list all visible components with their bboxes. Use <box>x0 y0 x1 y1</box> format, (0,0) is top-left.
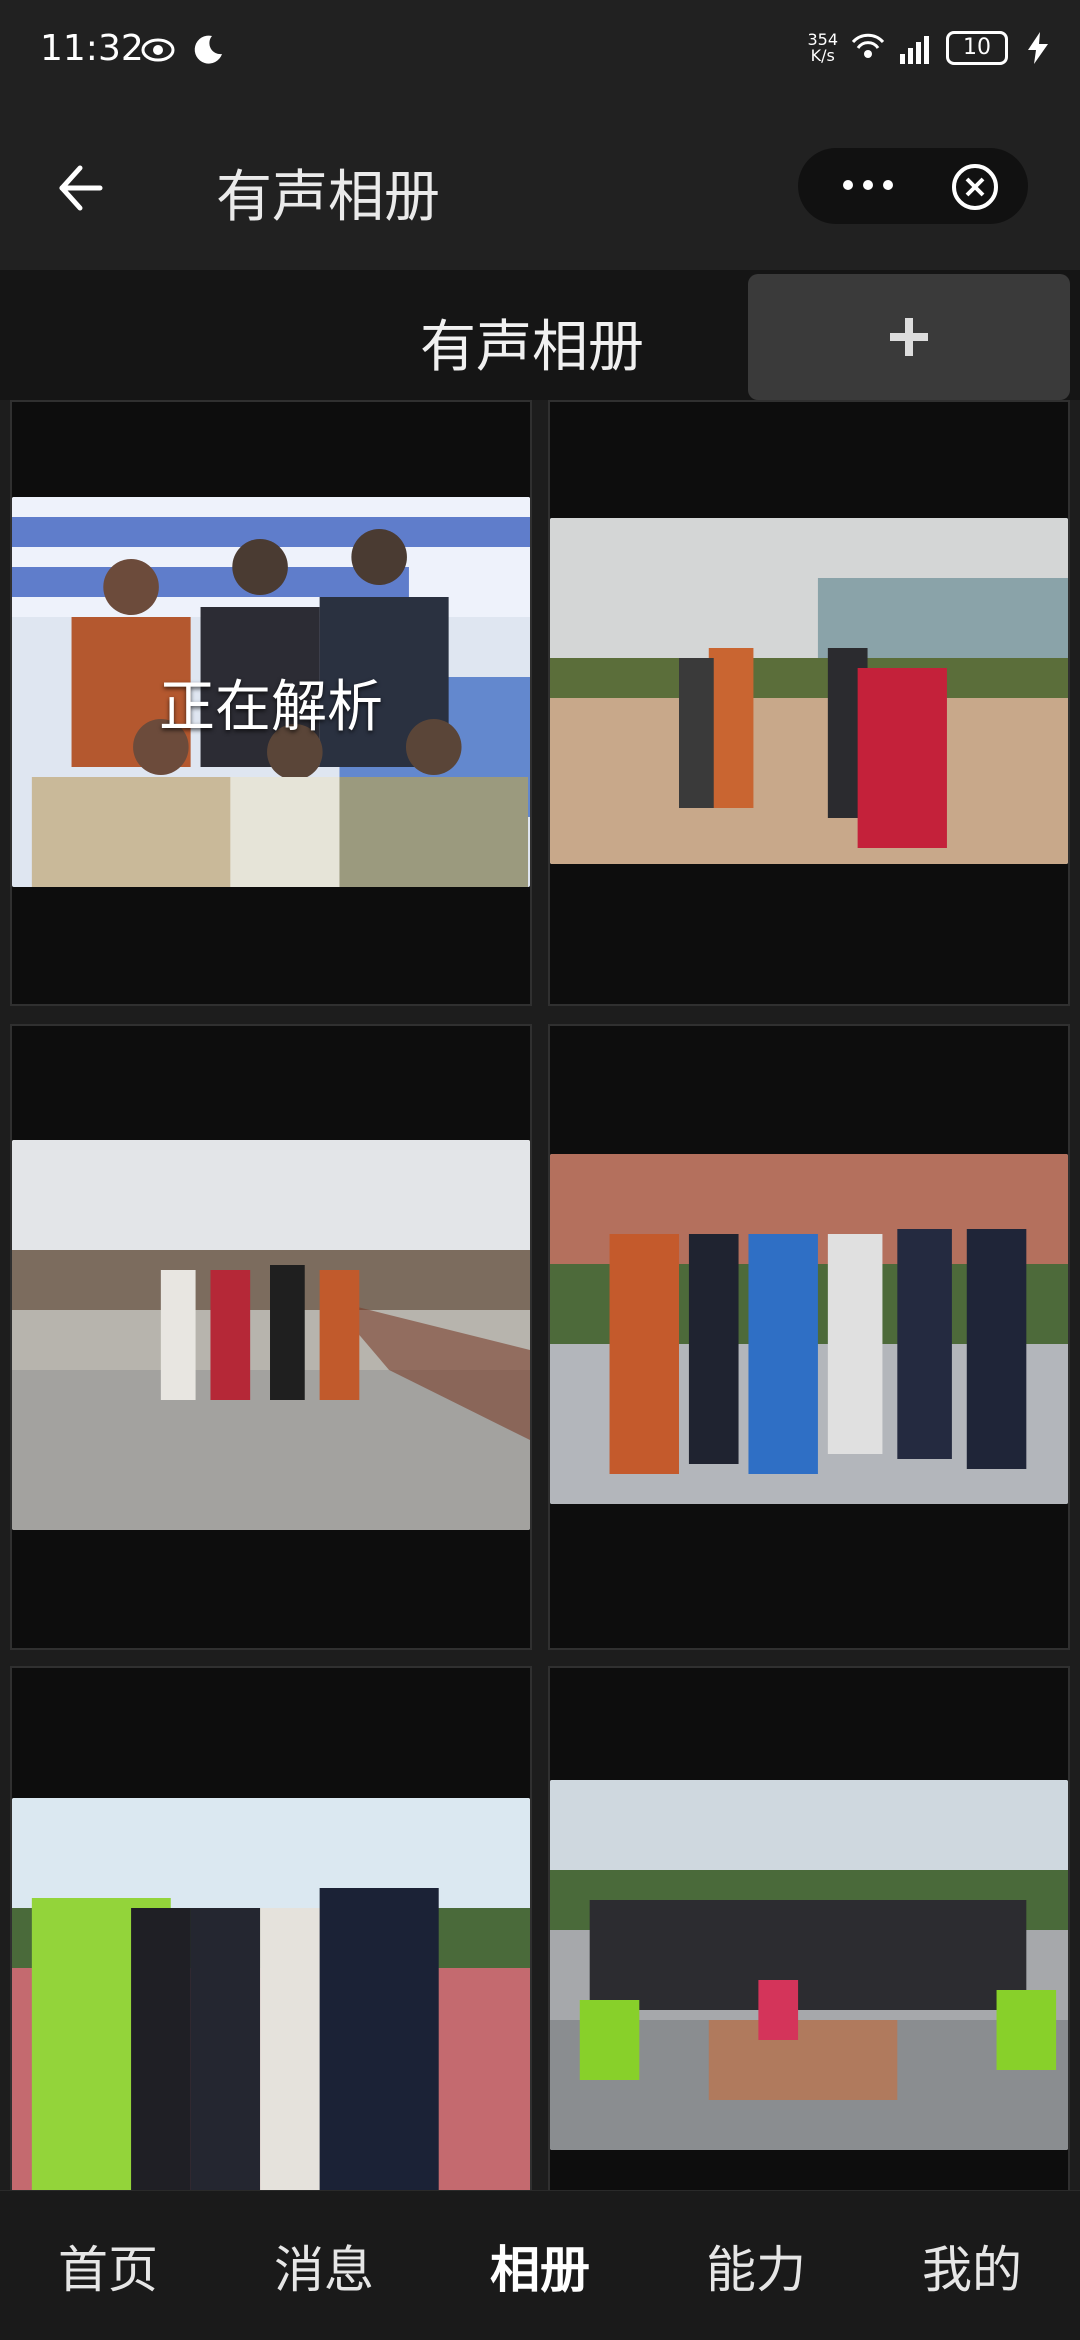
photo-image <box>550 1780 1068 2150</box>
photo-card[interactable] <box>548 1024 1070 1650</box>
status-bar: 11:32 354 K/s 10 <box>0 0 1080 100</box>
photo-gallery: 正在解析 <box>0 400 1080 2190</box>
page-title: 有声相册 <box>216 165 440 230</box>
album-subheader: 有声相册 <box>0 270 1080 400</box>
wifi-icon <box>851 33 885 58</box>
status-left-icons <box>140 32 226 68</box>
lightning-icon <box>1028 32 1048 64</box>
net-speed-unit: K/s <box>810 46 835 65</box>
app-header: 有声相册 <box>0 100 1080 270</box>
parsing-status: 正在解析 <box>159 675 383 740</box>
album-title: 有声相册 <box>420 315 644 380</box>
photo-card[interactable] <box>10 1666 532 2190</box>
photo-image <box>12 1798 530 2190</box>
status-time: 11:32 <box>40 28 144 69</box>
battery-indicator: 10 <box>946 31 1008 65</box>
nav-item-home[interactable]: 首页 <box>58 2230 158 2302</box>
bottom-nav: 首页 消息 相册 能力 我的 <box>0 2190 1080 2340</box>
photo-card[interactable]: 正在解析 <box>10 400 532 1006</box>
signal-icon <box>900 36 929 64</box>
nav-item-abilities[interactable]: 能力 <box>706 2230 806 2302</box>
net-speed: 354 K/s <box>807 32 838 64</box>
add-photo-button[interactable] <box>748 274 1070 400</box>
miniapp-capsule <box>798 148 1028 224</box>
photo-image <box>550 518 1068 864</box>
photo-image <box>550 1154 1068 1504</box>
photo-card[interactable] <box>10 1024 532 1650</box>
status-right: 354 K/s 10 <box>807 30 1056 66</box>
back-arrow-icon[interactable] <box>50 158 110 218</box>
nav-item-me[interactable]: 我的 <box>922 2230 1022 2302</box>
more-dots-icon[interactable] <box>838 170 898 200</box>
nav-item-messages[interactable]: 消息 <box>274 2230 374 2302</box>
app-page: 11:32 354 K/s 10 有声相册 有声相册 正在解析 首页 消息 相册… <box>0 0 1080 2340</box>
photo-image <box>12 1140 530 1530</box>
nav-item-album[interactable]: 相册 <box>490 2230 590 2302</box>
close-circle-icon[interactable] <box>950 162 1000 212</box>
photo-card[interactable] <box>548 400 1070 1006</box>
photo-card[interactable] <box>548 1666 1070 2190</box>
eye-icon <box>141 38 175 62</box>
plus-icon <box>890 318 928 356</box>
moon-icon <box>194 35 222 64</box>
